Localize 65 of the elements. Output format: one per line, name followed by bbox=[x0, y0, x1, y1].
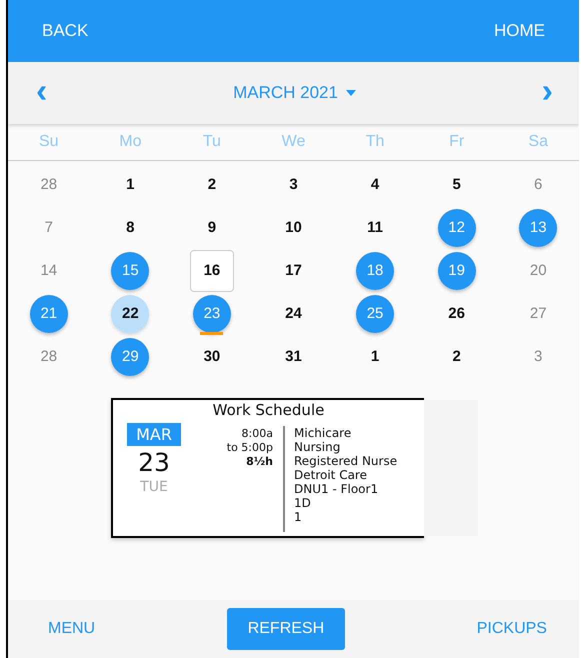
weekday-label: We bbox=[282, 133, 306, 151]
pickups-button[interactable]: PICKUPS bbox=[472, 614, 551, 644]
calendar-day[interactable]: 3 bbox=[519, 338, 558, 376]
calendar-day[interactable]: 21 bbox=[30, 294, 68, 332]
calendar-day[interactable]: 16 bbox=[190, 250, 234, 292]
weekday-label: Mo bbox=[119, 133, 142, 151]
weekday-label: Sa bbox=[528, 133, 548, 151]
weekday-label: Fr bbox=[449, 133, 464, 151]
calendar-day[interactable]: 14 bbox=[30, 252, 68, 290]
calendar-day[interactable]: 15 bbox=[111, 252, 150, 290]
calendar-day[interactable]: 26 bbox=[438, 294, 476, 332]
next-month-button[interactable]: › bbox=[534, 74, 561, 112]
calendar-day[interactable]: 13 bbox=[519, 208, 558, 246]
menu-button[interactable]: MENU bbox=[44, 614, 100, 644]
dropdown-caret-icon bbox=[346, 90, 356, 96]
detail-line: Registered Nurse bbox=[294, 454, 398, 468]
calendar-day[interactable]: 7 bbox=[30, 208, 68, 246]
calendar-day[interactable]: 18 bbox=[356, 252, 394, 290]
calendar-day[interactable]: 12 bbox=[438, 208, 476, 246]
weekday-text: TUE bbox=[140, 479, 168, 495]
detail-line: DNU1 - Floor1 bbox=[294, 482, 380, 496]
end-time: to 5:00p bbox=[226, 441, 273, 454]
calendar-day[interactable]: 27 bbox=[519, 294, 558, 332]
calendar-day[interactable]: 2 bbox=[438, 338, 476, 376]
calendar-day[interactable]: 8 bbox=[111, 208, 150, 246]
calendar-day[interactable]: 28 bbox=[30, 166, 68, 204]
calendar-day[interactable]: 1 bbox=[356, 338, 394, 376]
calendar-day[interactable]: 29 bbox=[111, 338, 150, 376]
shift-hours: 8½h bbox=[246, 455, 273, 468]
home-button[interactable]: HOME bbox=[486, 15, 553, 47]
calendar-day[interactable]: 22 bbox=[111, 294, 150, 332]
calendar-day[interactable]: 24 bbox=[274, 294, 312, 332]
calendar-day[interactable]: 4 bbox=[356, 166, 394, 204]
calendar-day[interactable]: 3 bbox=[274, 166, 312, 204]
calendar-day[interactable]: 28 bbox=[30, 338, 68, 376]
detail-line: 1 bbox=[294, 510, 303, 524]
card-title: Work Schedule bbox=[212, 401, 326, 419]
calendar-day[interactable]: 10 bbox=[274, 208, 312, 246]
calendar-day[interactable]: 2 bbox=[192, 166, 231, 204]
calendar-day[interactable]: 31 bbox=[274, 338, 312, 376]
weekday-label: Su bbox=[38, 133, 59, 151]
calendar-day[interactable]: 1 bbox=[111, 166, 150, 204]
start-time: 8:00a bbox=[242, 427, 273, 440]
refresh-button[interactable]: REFRESH bbox=[226, 608, 345, 650]
back-button[interactable]: BACK bbox=[34, 15, 96, 47]
detail-line: Nursing bbox=[294, 440, 342, 454]
detail-line: 1D bbox=[294, 496, 312, 510]
calendar-day[interactable]: 11 bbox=[356, 208, 394, 246]
calendar-day[interactable]: 9 bbox=[192, 208, 231, 246]
day-number: 23 bbox=[138, 448, 170, 477]
calendar-day[interactable]: 5 bbox=[438, 166, 476, 204]
calendar-day[interactable]: 6 bbox=[519, 166, 558, 204]
calendar-day[interactable]: 25 bbox=[356, 294, 394, 332]
month-badge: MAR bbox=[127, 423, 181, 446]
month-selector[interactable]: MARCH 2021 bbox=[227, 82, 362, 104]
detail-line: Detroit Care bbox=[294, 468, 368, 482]
calendar-day[interactable]: 20 bbox=[519, 252, 558, 290]
previous-month-button[interactable]: ‹ bbox=[28, 74, 56, 112]
calendar-day[interactable]: 30 bbox=[192, 338, 231, 376]
calendar-day[interactable]: 19 bbox=[438, 252, 476, 290]
weekday-label: Tu bbox=[202, 133, 221, 151]
detail-line: Michicare bbox=[294, 426, 352, 440]
weekday-label: Th bbox=[366, 133, 384, 151]
calendar-day[interactable]: 23 bbox=[192, 294, 231, 332]
calendar-day[interactable]: 17 bbox=[274, 252, 312, 290]
